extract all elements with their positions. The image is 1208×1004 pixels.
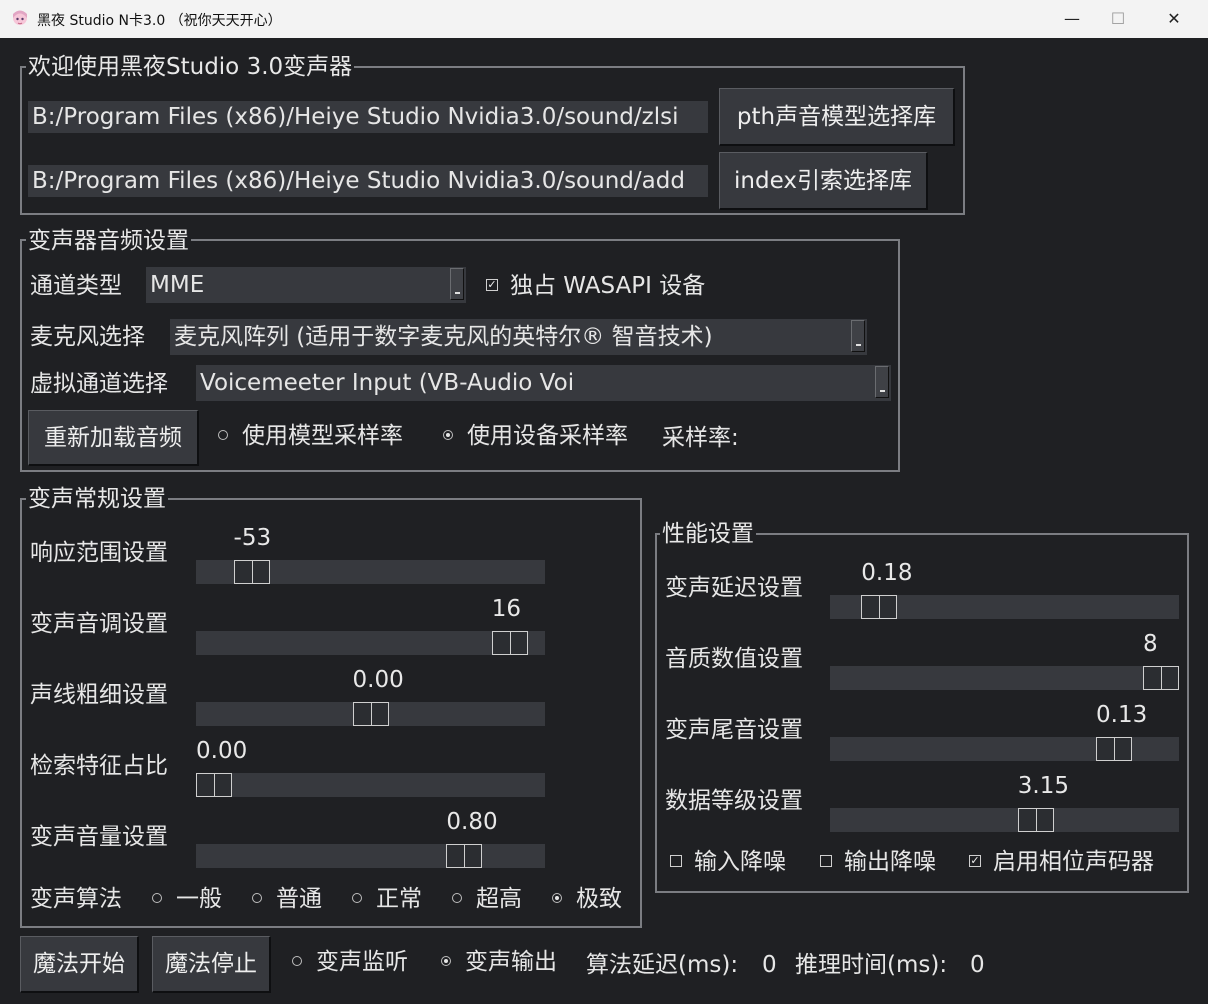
algorithm-option-label: 正常 <box>376 886 422 912</box>
option-checkbox[interactable] <box>670 855 682 867</box>
performance-legend: 性能设置 <box>660 519 756 549</box>
general-settings-legend: 变声常规设置 <box>26 484 168 514</box>
algorithm-label: 变声算法 <box>30 886 122 912</box>
infer-time-label: 推理时间(ms): <box>795 952 948 978</box>
slider-thumb[interactable] <box>233 560 270 584</box>
slider-value: -53 <box>233 525 272 551</box>
app-icon <box>13 10 27 25</box>
infer-time-value: 0 <box>970 952 985 978</box>
audio-settings-legend: 变声器音频设置 <box>26 226 191 256</box>
slider-value: 3.15 <box>1017 773 1070 799</box>
slider-track[interactable] <box>830 666 1179 690</box>
slider-label: 响应范围设置 <box>30 540 168 566</box>
slider-value: 0.00 <box>352 667 404 693</box>
channel-type-value: MME <box>150 272 205 298</box>
option-checkbox-label: 输出降噪 <box>844 849 936 875</box>
slider-value: 0.00 <box>196 738 248 764</box>
algorithm-radio[interactable] <box>352 893 362 903</box>
wasapi-label: 独占 WASAPI 设备 <box>510 273 706 299</box>
option-checkbox[interactable]: ✓ <box>969 855 981 867</box>
chevron-down-icon <box>450 268 464 300</box>
algorithm-option-label: 普通 <box>276 886 322 912</box>
slider-label: 数据等级设置 <box>665 788 803 814</box>
slider-thumb[interactable] <box>861 595 898 619</box>
slider-label: 变声音量设置 <box>30 824 168 850</box>
monitor-radio[interactable] <box>292 956 302 966</box>
title-bar: 黑夜 Studio N卡3.0 （祝你天天开心） — ☐ ✕ <box>0 0 1208 38</box>
slider-track[interactable] <box>196 773 545 797</box>
virtual-channel-value: Voicemeeter Input (VB-Audio Voi <box>200 370 575 396</box>
option-checkbox-label: 输入降噪 <box>694 849 786 875</box>
virtual-channel-label: 虚拟通道选择 <box>30 371 168 397</box>
device-rate-radio[interactable] <box>443 430 453 440</box>
slider-thumb[interactable] <box>446 844 483 868</box>
slider-value: 8 <box>1143 631 1158 657</box>
monitor-label: 变声监听 <box>316 949 408 975</box>
slider-track[interactable] <box>196 844 545 868</box>
close-icon[interactable]: ✕ <box>1152 4 1196 34</box>
slider-track[interactable] <box>830 808 1179 832</box>
algorithm-option-label: 超高 <box>476 886 522 912</box>
algorithm-radio[interactable] <box>552 893 562 903</box>
pth-select-button[interactable]: pth声音模型选择库 <box>719 88 955 146</box>
slider-value: 0.13 <box>1096 702 1148 728</box>
reload-audio-button[interactable]: 重新加载音频 <box>28 410 199 466</box>
output-label: 变声输出 <box>465 949 557 975</box>
magic-start-button[interactable]: 魔法开始 <box>20 936 139 993</box>
mic-select[interactable]: 麦克风阵列 (适用于数字麦克风的英特尔® 智音技术) <box>170 319 867 355</box>
algorithm-radio[interactable] <box>252 893 262 903</box>
slider-label: 音质数值设置 <box>665 646 803 672</box>
algorithm-option-label: 一般 <box>176 886 222 912</box>
option-checkbox-label: 启用相位声码器 <box>993 849 1154 875</box>
option-checkbox[interactable] <box>820 855 832 867</box>
minimize-icon[interactable]: — <box>1050 4 1094 34</box>
pth-path-field[interactable]: B:/Program Files (x86)/Heiye Studio Nvid… <box>28 101 708 133</box>
output-radio[interactable] <box>441 956 451 966</box>
mic-label: 麦克风选择 <box>30 324 145 350</box>
slider-thumb[interactable] <box>491 631 528 655</box>
slider-label: 声线粗细设置 <box>30 682 168 708</box>
sample-rate-label: 采样率: <box>662 425 739 451</box>
device-rate-label: 使用设备采样率 <box>467 423 628 449</box>
chevron-down-icon <box>851 320 865 352</box>
slider-thumb[interactable] <box>196 773 232 797</box>
magic-stop-button[interactable]: 魔法停止 <box>152 936 271 993</box>
model-rate-radio[interactable] <box>218 430 228 440</box>
algo-delay-label: 算法延迟(ms): <box>586 952 739 978</box>
virtual-channel-select[interactable]: Voicemeeter Input (VB-Audio Voi <box>196 365 891 401</box>
mic-value: 麦克风阵列 (适用于数字麦克风的英特尔® 智音技术) <box>174 324 713 350</box>
slider-label: 变声尾音设置 <box>665 717 803 743</box>
index-path-field[interactable]: B:/Program Files (x86)/Heiye Studio Nvid… <box>28 165 708 197</box>
slider-label: 变声音调设置 <box>30 611 168 637</box>
algorithm-radio[interactable] <box>452 893 462 903</box>
chevron-down-icon <box>875 366 889 398</box>
algo-delay-value: 0 <box>762 952 777 978</box>
wasapi-checkbox[interactable]: ✓ <box>486 279 498 291</box>
slider-label: 变声延迟设置 <box>665 575 803 601</box>
slider-value: 0.18 <box>861 560 913 586</box>
slider-thumb[interactable] <box>1096 737 1133 761</box>
window-title: 黑夜 Studio N卡3.0 （祝你天天开心） <box>37 13 282 29</box>
maximize-icon[interactable]: ☐ <box>1096 4 1140 34</box>
algorithm-option-label: 极致 <box>576 886 622 912</box>
channel-type-label: 通道类型 <box>30 273 122 299</box>
slider-thumb[interactable] <box>1143 666 1179 690</box>
channel-type-select[interactable]: MME <box>146 267 466 303</box>
slider-label: 检索特征占比 <box>30 753 168 779</box>
slider-thumb[interactable] <box>1017 808 1054 832</box>
slider-value: 0.80 <box>446 809 498 835</box>
algorithm-radio[interactable] <box>152 893 162 903</box>
slider-thumb[interactable] <box>352 702 389 726</box>
model-group-legend: 欢迎使用黑夜Studio 3.0变声器 <box>26 52 355 82</box>
slider-value: 16 <box>491 596 522 622</box>
index-select-button[interactable]: index引索选择库 <box>719 152 928 210</box>
main-content: 欢迎使用黑夜Studio 3.0变声器 B:/Program Files (x8… <box>0 38 1208 1004</box>
model-rate-label: 使用模型采样率 <box>242 423 403 449</box>
